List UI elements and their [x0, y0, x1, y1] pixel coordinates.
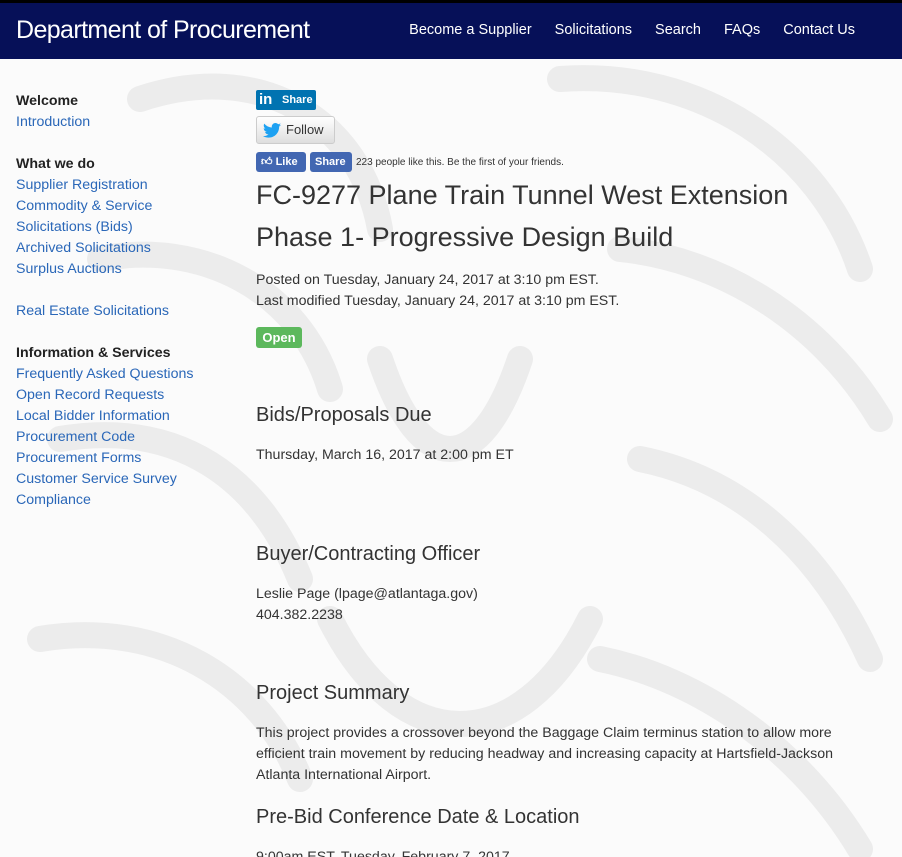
sidebar-item-solicitations[interactable]: Solicitations (Bids) [16, 217, 236, 238]
nav-faqs[interactable]: FAQs [724, 22, 760, 38]
linkedin-share-button[interactable]: in Share [256, 90, 316, 110]
sidebar-head-welcome: Welcome [16, 93, 79, 109]
sidebar-item-faq[interactable]: Frequently Asked Questions [16, 364, 236, 385]
sidebar-item-procurement-forms[interactable]: Procurement Forms [16, 448, 236, 469]
modified-date: Last modified Tuesday, January 24, 2017 … [256, 293, 620, 309]
buyer-name: Leslie Page (lpage@atlantaga.gov) [256, 586, 478, 602]
buyer-heading: Buyer/Contracting Officer [256, 543, 481, 565]
nav-search[interactable]: Search [655, 22, 701, 38]
nav-contact-us[interactable]: Contact Us [783, 22, 855, 38]
facebook-like-label: Like [275, 156, 298, 168]
bids-due-text: Thursday, March 16, 2017 at 2:00 pm ET [256, 447, 514, 463]
buyer-contact: Leslie Page (lpage@atlantaga.gov) 404.38… [256, 584, 836, 626]
facebook-like-count: 223 people like this. Be the first of yo… [356, 156, 564, 168]
sidebar-item-procurement-code[interactable]: Procurement Code [16, 427, 236, 448]
twitter-bird-icon [263, 123, 281, 138]
sidebar-item-supplier-registration[interactable]: Supplier Registration [16, 175, 236, 196]
thumbs-up-icon: 👍︎ [261, 156, 273, 168]
site-brand-link[interactable]: Department of Procurement [16, 16, 310, 45]
main-nav: Become a Supplier Solicitations Search F… [386, 22, 855, 38]
posting-dates: Posted on Tuesday, January 24, 2017 at 3… [256, 270, 619, 312]
sidebar-item-compliance[interactable]: Compliance [16, 490, 236, 511]
sidebar-item-archived-solicitations[interactable]: Archived Solicitations [16, 238, 236, 259]
linkedin-share-label: Share [282, 94, 313, 106]
sidebar-head-what-we-do: What we do [16, 156, 95, 172]
sidebar-item-commodity-service[interactable]: Commodity & Service [16, 196, 236, 217]
facebook-widget: 👍︎ Like Share 223 people like this. Be t… [256, 152, 564, 172]
linkedin-icon: in [259, 91, 273, 108]
sidebar-item-survey[interactable]: Customer Service Survey [16, 469, 236, 490]
bids-due-heading: Bids/Proposals Due [256, 404, 432, 426]
buyer-phone: 404.382.2238 [256, 607, 343, 623]
site-header: Department of Procurement Become a Suppl… [0, 0, 902, 59]
project-summary-heading: Project Summary [256, 682, 410, 704]
sidebar-item-surplus-auctions[interactable]: Surplus Auctions [16, 259, 236, 280]
sidebar-item-local-bidder[interactable]: Local Bidder Information [16, 406, 236, 427]
twitter-follow-button[interactable]: Follow [256, 116, 335, 144]
sidebar-item-real-estate[interactable]: Real Estate Solicitations [16, 301, 236, 322]
sidebar-head-information: Information & Services [16, 345, 171, 361]
project-summary-text: This project provides a crossover beyond… [256, 725, 833, 783]
page-title: FC-9277 Plane Train Tunnel West Extensio… [256, 180, 789, 252]
prebid-heading: Pre-Bid Conference Date & Location [256, 806, 580, 828]
sidebar-item-open-records[interactable]: Open Record Requests [16, 385, 236, 406]
nav-solicitations[interactable]: Solicitations [555, 22, 632, 38]
sidebar-item-introduction[interactable]: Introduction [16, 112, 236, 133]
prebid-text: 9:00am EST, Tuesday, February 7, 2017 [256, 849, 510, 857]
posted-date: Posted on Tuesday, January 24, 2017 at 3… [256, 272, 599, 288]
sidebar: Welcome Introduction What we do Supplier… [16, 91, 236, 511]
nav-become-supplier[interactable]: Become a Supplier [409, 22, 532, 38]
facebook-share-button[interactable]: Share [310, 152, 352, 172]
twitter-follow-label: Follow [286, 122, 324, 137]
status-badge: Open [256, 327, 302, 348]
facebook-like-button[interactable]: 👍︎ Like [256, 152, 306, 172]
